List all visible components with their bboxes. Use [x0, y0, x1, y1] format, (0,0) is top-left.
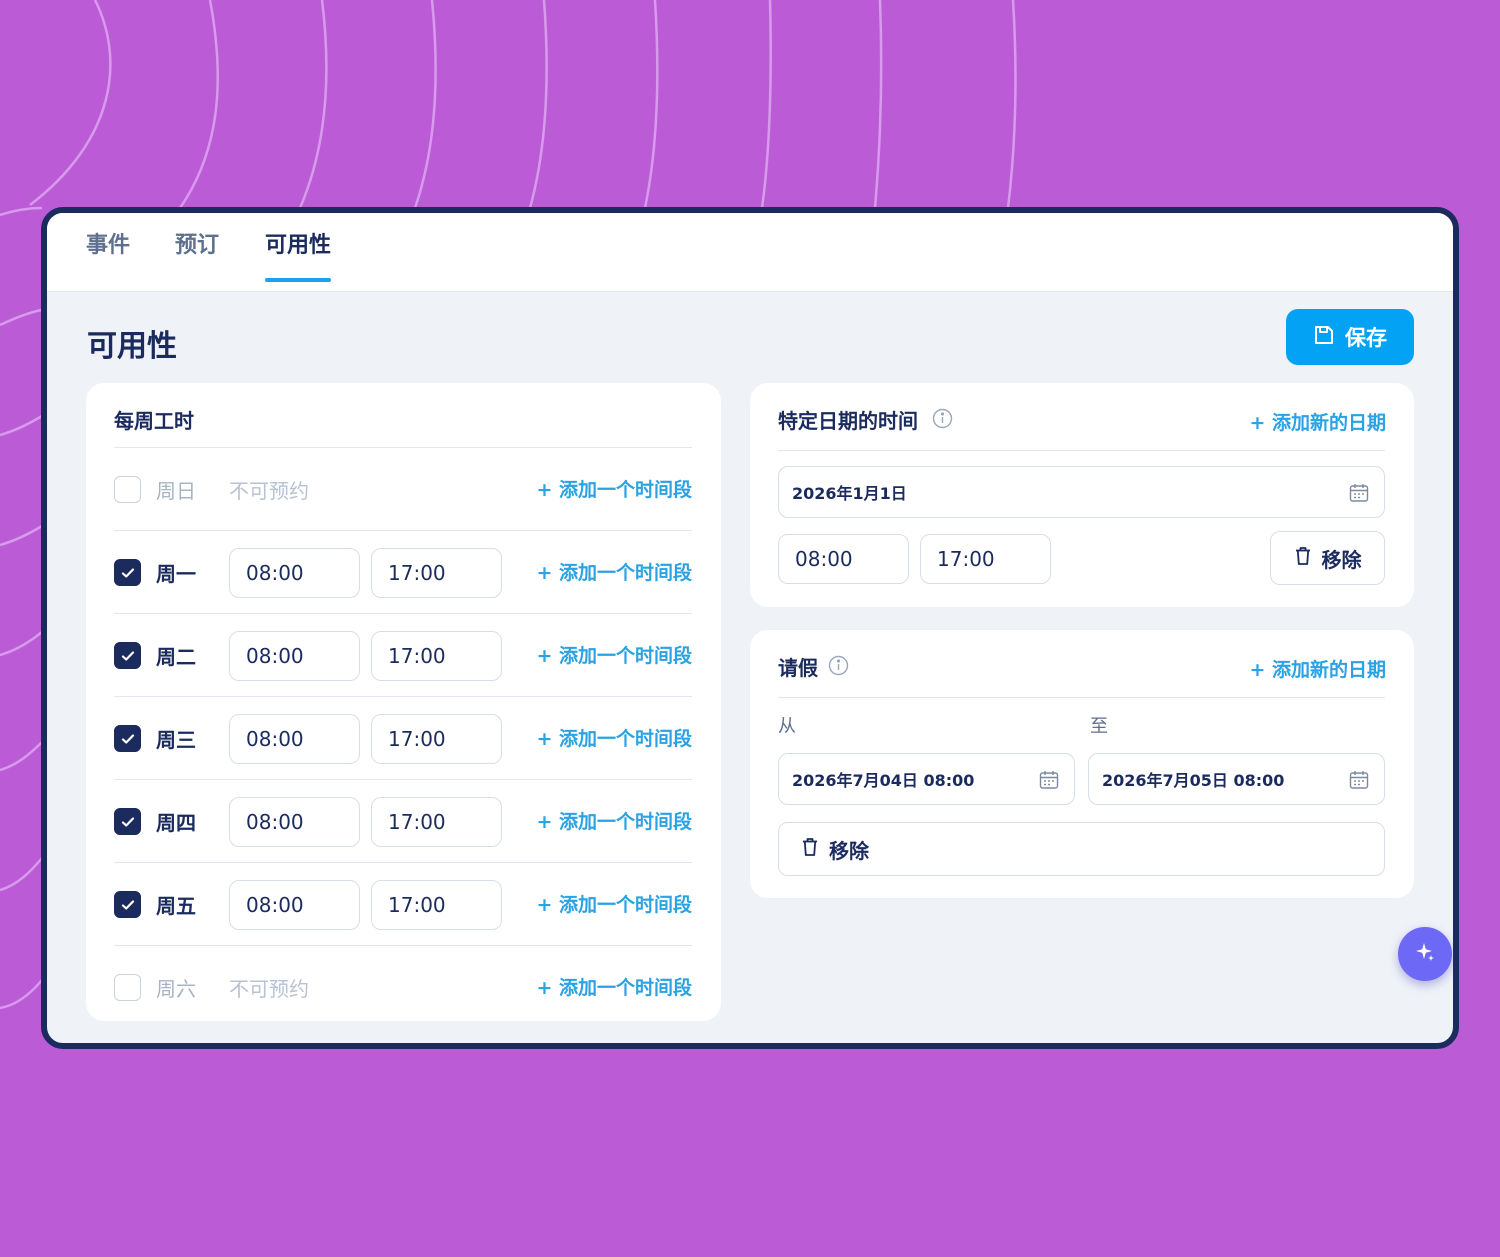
checkmark-icon [121, 816, 134, 827]
trash-icon [1294, 546, 1312, 571]
specific-remove-button[interactable]: 移除 [1270, 531, 1385, 585]
day-label-tuesday: 周二 [156, 645, 196, 669]
tab-events[interactable]: 事件 [86, 227, 130, 282]
day-label-saturday: 周六 [156, 977, 196, 1001]
day-checkbox-tuesday[interactable] [114, 642, 141, 669]
day-label-monday: 周一 [156, 562, 196, 586]
unavailable-label-sunday: 不可预约 [229, 479, 309, 503]
day-label-wednesday: 周三 [156, 728, 196, 752]
end-time-input-wednesday[interactable]: 17:00 [371, 714, 502, 764]
leave-divider [778, 697, 1385, 698]
unavailable-label-saturday: 不可预约 [229, 977, 309, 1001]
leave-to-input[interactable]: 2026年7月05日 08:00 [1088, 753, 1385, 805]
page-title: 可用性 [87, 329, 177, 364]
specific-remove-label: 移除 [1321, 547, 1362, 572]
start-time-input-tuesday[interactable]: 08:00 [229, 631, 360, 681]
add-specific-date-link[interactable]: + 添加新的日期 [1249, 408, 1386, 435]
specific-date-title: 特定日期的时间 [778, 409, 918, 433]
day-row-thursday: 周四 08:00 17:00 + 添加一个时间段 [114, 780, 692, 863]
add-slot-link-thursday[interactable]: + 添加一个时间段 [536, 807, 692, 834]
start-time-input-wednesday[interactable]: 08:00 [229, 714, 360, 764]
day-checkbox-thursday[interactable] [114, 808, 141, 835]
weekly-hours-card: 每周工时 周日 不可预约 + 添加一个时间段 周一 08:00 17:00 + … [86, 383, 721, 1021]
specific-date-divider [778, 450, 1385, 451]
leave-remove-button[interactable]: 移除 [778, 822, 1385, 876]
save-button[interactable]: 保存 [1286, 309, 1414, 365]
day-checkbox-monday[interactable] [114, 559, 141, 586]
calendar-icon [1038, 769, 1060, 795]
start-time-input-monday[interactable]: 08:00 [229, 548, 360, 598]
end-time-input-monday[interactable]: 17:00 [371, 548, 502, 598]
day-row-wednesday: 周三 08:00 17:00 + 添加一个时间段 [114, 697, 692, 780]
add-slot-link-tuesday[interactable]: + 添加一个时间段 [536, 641, 692, 668]
end-time-input-tuesday[interactable]: 17:00 [371, 631, 502, 681]
weekly-hours-title: 每周工时 [114, 409, 194, 433]
day-checkbox-sunday[interactable] [114, 476, 141, 503]
leave-from-input[interactable]: 2026年7月04日 08:00 [778, 753, 1075, 805]
add-slot-link-saturday[interactable]: + 添加一个时间段 [536, 973, 692, 1000]
leave-to-label: 至 [1090, 716, 1108, 737]
specific-end-time-input[interactable]: 17:00 [920, 534, 1051, 584]
ai-assistant-button[interactable] [1398, 927, 1452, 981]
specific-date-value: 2026年1月1日 [792, 484, 907, 503]
calendar-icon [1348, 769, 1370, 795]
specific-start-time-input[interactable]: 08:00 [778, 534, 909, 584]
checkmark-icon [121, 567, 134, 578]
day-checkbox-friday[interactable] [114, 891, 141, 918]
leave-card: 请假 + 添加新的日期 从 至 2026年7月04日 08:00 2026年7月… [750, 630, 1414, 898]
info-icon[interactable] [828, 655, 849, 680]
day-row-monday: 周一 08:00 17:00 + 添加一个时间段 [114, 531, 692, 614]
tab-bookings[interactable]: 预订 [175, 227, 219, 282]
day-row-sunday: 周日 不可预约 + 添加一个时间段 [114, 448, 692, 531]
trash-icon [801, 837, 819, 862]
add-slot-link-monday[interactable]: + 添加一个时间段 [536, 558, 692, 585]
leave-to-value: 2026年7月05日 08:00 [1102, 771, 1285, 790]
app-window: 事件 预订 可用性 可用性 保存 每周工时 周日 不可预约 + 添加一个时间段 … [41, 207, 1459, 1049]
tab-availability[interactable]: 可用性 [265, 227, 332, 282]
day-row-friday: 周五 08:00 17:00 + 添加一个时间段 [114, 863, 692, 946]
tab-bar: 事件 预订 可用性 [47, 213, 1453, 292]
day-label-sunday: 周日 [156, 479, 196, 503]
add-slot-link-wednesday[interactable]: + 添加一个时间段 [536, 724, 692, 751]
start-time-input-thursday[interactable]: 08:00 [229, 797, 360, 847]
info-icon[interactable] [932, 408, 953, 433]
add-slot-link-friday[interactable]: + 添加一个时间段 [536, 890, 692, 917]
end-time-input-thursday[interactable]: 17:00 [371, 797, 502, 847]
calendar-icon [1348, 482, 1370, 508]
day-row-tuesday: 周二 08:00 17:00 + 添加一个时间段 [114, 614, 692, 697]
sparkle-icon [1414, 941, 1436, 967]
floppy-disk-icon [1313, 324, 1335, 351]
add-leave-date-link[interactable]: + 添加新的日期 [1249, 655, 1386, 682]
day-checkbox-wednesday[interactable] [114, 725, 141, 752]
day-label-thursday: 周四 [156, 811, 196, 835]
add-slot-link-sunday[interactable]: + 添加一个时间段 [536, 475, 692, 502]
day-label-friday: 周五 [156, 894, 196, 918]
checkmark-icon [121, 899, 134, 910]
specific-date-card: 特定日期的时间 + 添加新的日期 2026年1月1日 08:00 17:00 移… [750, 383, 1414, 607]
checkmark-icon [121, 733, 134, 744]
leave-from-label: 从 [778, 716, 796, 737]
day-checkbox-saturday[interactable] [114, 974, 141, 1001]
start-time-input-friday[interactable]: 08:00 [229, 880, 360, 930]
end-time-input-friday[interactable]: 17:00 [371, 880, 502, 930]
leave-from-value: 2026年7月04日 08:00 [792, 771, 975, 790]
save-button-label: 保存 [1345, 326, 1387, 350]
leave-title: 请假 [778, 656, 818, 680]
day-row-saturday: 周六 不可预约 + 添加一个时间段 [114, 946, 692, 1029]
checkmark-icon [121, 650, 134, 661]
specific-date-input[interactable]: 2026年1月1日 [778, 466, 1385, 518]
leave-remove-label: 移除 [829, 838, 869, 863]
